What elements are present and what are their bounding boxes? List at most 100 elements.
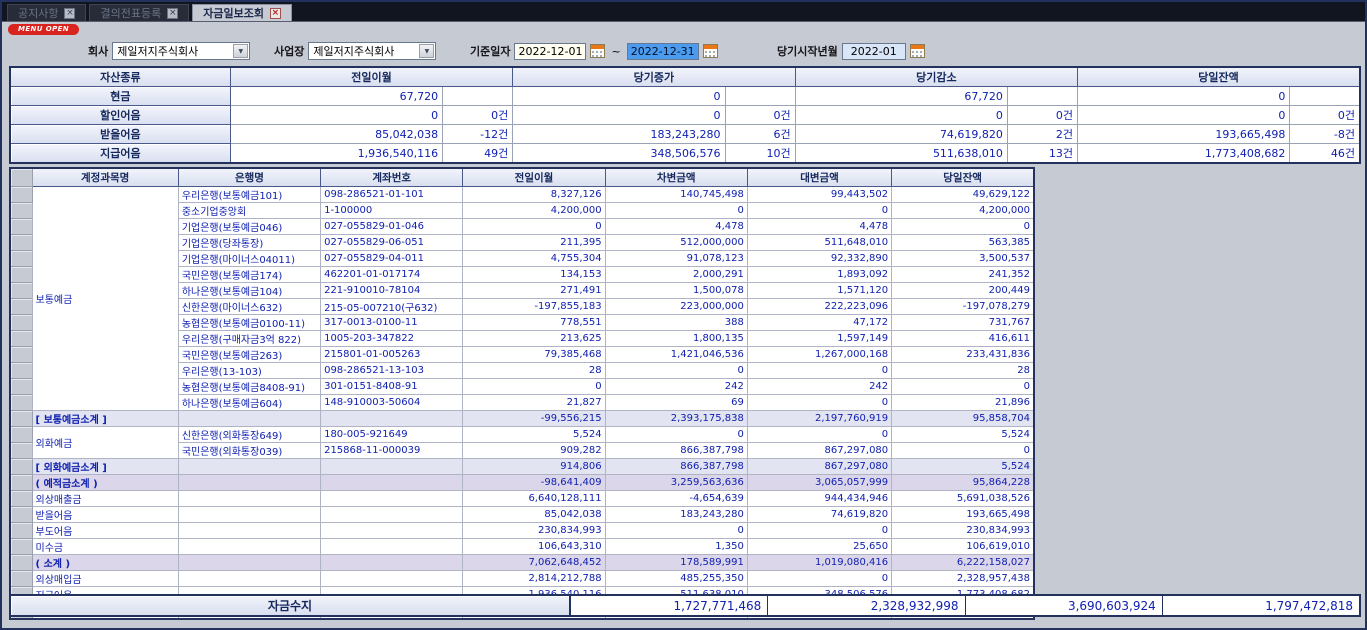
bank-name-cell[interactable]: 기업은행(당좌통장) — [178, 235, 320, 251]
row-gutter-cell[interactable] — [10, 251, 32, 267]
tab-close-icon[interactable]: × — [64, 8, 75, 19]
prev-balance-cell[interactable]: 909,282 — [463, 443, 605, 459]
row-gutter-cell[interactable] — [10, 299, 32, 315]
bank-name-cell[interactable]: 기업은행(마이너스04011) — [178, 251, 320, 267]
today-balance-cell[interactable]: 95,864,228 — [892, 475, 1034, 491]
prev-balance-cell[interactable]: 106,643,310 — [463, 539, 605, 555]
prev-balance-cell[interactable]: 7,062,648,452 — [463, 555, 605, 571]
bank-name-cell[interactable]: 국민은행(보통예금263) — [178, 347, 320, 363]
today-balance-cell[interactable]: 5,524 — [892, 459, 1034, 475]
bank-name-cell[interactable] — [178, 555, 320, 571]
tab-close-icon[interactable]: × — [270, 8, 281, 19]
credit-cell[interactable]: 0 — [747, 363, 891, 379]
row-gutter-cell[interactable] — [10, 395, 32, 411]
credit-cell[interactable]: 867,297,080 — [747, 443, 891, 459]
today-balance-cell[interactable]: 49,629,122 — [892, 187, 1034, 203]
today-balance-cell[interactable]: 200,449 — [892, 283, 1034, 299]
row-gutter-cell[interactable] — [10, 459, 32, 475]
row-gutter-cell[interactable] — [10, 315, 32, 331]
today-balance-cell[interactable]: 416,611 — [892, 331, 1034, 347]
account-number-cell[interactable] — [321, 539, 463, 555]
prev-balance-cell[interactable]: 778,551 — [463, 315, 605, 331]
row-gutter-cell[interactable] — [10, 411, 32, 427]
credit-cell[interactable]: 944,434,946 — [747, 491, 891, 507]
bank-name-cell[interactable] — [178, 475, 320, 491]
base-date-to-input[interactable]: 2022-12-31 — [627, 43, 699, 60]
row-gutter-cell[interactable] — [10, 555, 32, 571]
prev-balance-cell[interactable]: 4,200,000 — [463, 203, 605, 219]
prev-balance-cell[interactable]: 5,524 — [463, 427, 605, 443]
credit-cell[interactable]: 2,197,760,919 — [747, 411, 891, 427]
row-gutter-cell[interactable] — [10, 363, 32, 379]
account-number-cell[interactable]: 180-005-921649 — [321, 427, 463, 443]
prev-balance-cell[interactable]: 134,153 — [463, 267, 605, 283]
account-number-cell[interactable] — [321, 459, 463, 475]
tab-close-icon[interactable]: × — [167, 8, 178, 19]
today-balance-cell[interactable]: 241,352 — [892, 267, 1034, 283]
account-number-cell[interactable] — [321, 411, 463, 427]
bank-name-cell[interactable] — [178, 411, 320, 427]
calendar-icon[interactable] — [910, 44, 925, 58]
account-name-cell[interactable]: 외화예금 — [32, 427, 178, 459]
account-name-cell[interactable]: 보통예금 — [32, 187, 178, 411]
credit-cell[interactable]: 1,267,000,168 — [747, 347, 891, 363]
row-gutter-cell[interactable] — [10, 523, 32, 539]
row-gutter-cell[interactable] — [10, 491, 32, 507]
today-balance-cell[interactable]: 28 — [892, 363, 1034, 379]
debit-cell[interactable]: 2,393,175,838 — [605, 411, 747, 427]
row-gutter-cell[interactable] — [10, 331, 32, 347]
row-gutter-cell[interactable] — [10, 347, 32, 363]
bank-name-cell[interactable]: 우리은행(보통예금101) — [178, 187, 320, 203]
bank-name-cell[interactable] — [178, 507, 320, 523]
today-balance-cell[interactable]: 230,834,993 — [892, 523, 1034, 539]
credit-cell[interactable]: 3,065,057,999 — [747, 475, 891, 491]
prev-balance-cell[interactable]: 2,814,212,788 — [463, 571, 605, 587]
credit-cell[interactable]: 867,297,080 — [747, 459, 891, 475]
debit-cell[interactable]: 866,387,798 — [605, 443, 747, 459]
account-number-cell[interactable]: 027-055829-01-046 — [321, 219, 463, 235]
chevron-down-icon[interactable]: ▼ — [233, 44, 248, 58]
account-number-cell[interactable]: 027-055829-06-051 — [321, 235, 463, 251]
today-balance-cell[interactable]: 106,619,010 — [892, 539, 1034, 555]
credit-cell[interactable]: 0 — [747, 395, 891, 411]
account-number-cell[interactable] — [321, 523, 463, 539]
account-name-cell[interactable]: 미수금 — [32, 539, 178, 555]
bank-name-cell[interactable]: 농협은행(보통예금8408-91) — [178, 379, 320, 395]
today-balance-cell[interactable]: -197,078,279 — [892, 299, 1034, 315]
prev-balance-cell[interactable]: 8,327,126 — [463, 187, 605, 203]
account-number-cell[interactable] — [321, 475, 463, 491]
row-gutter-cell[interactable] — [10, 443, 32, 459]
today-balance-cell[interactable]: 731,767 — [892, 315, 1034, 331]
bank-name-cell[interactable]: 하나은행(보통예금604) — [178, 395, 320, 411]
debit-cell[interactable]: 1,421,046,536 — [605, 347, 747, 363]
row-gutter-cell[interactable] — [10, 283, 32, 299]
debit-cell[interactable]: 223,000,000 — [605, 299, 747, 315]
debit-cell[interactable]: 242 — [605, 379, 747, 395]
today-balance-cell[interactable]: 0 — [892, 219, 1034, 235]
debit-cell[interactable]: 485,255,350 — [605, 571, 747, 587]
account-name-cell[interactable]: 부도어음 — [32, 523, 178, 539]
row-gutter-cell[interactable] — [10, 235, 32, 251]
bank-name-cell[interactable]: 농협은행(보통예금0100-11) — [178, 315, 320, 331]
credit-cell[interactable]: 4,478 — [747, 219, 891, 235]
today-balance-cell[interactable]: 4,200,000 — [892, 203, 1034, 219]
debit-cell[interactable]: 1,350 — [605, 539, 747, 555]
debit-cell[interactable]: 2,000,291 — [605, 267, 747, 283]
prev-balance-cell[interactable]: 230,834,993 — [463, 523, 605, 539]
prev-balance-cell[interactable]: -99,556,215 — [463, 411, 605, 427]
account-number-cell[interactable]: 098-286521-01-101 — [321, 187, 463, 203]
prev-balance-cell[interactable]: 28 — [463, 363, 605, 379]
base-date-from-input[interactable]: 2022-12-01 — [514, 43, 586, 60]
bank-name-cell[interactable] — [178, 491, 320, 507]
debit-cell[interactable]: 388 — [605, 315, 747, 331]
credit-cell[interactable]: 1,019,080,416 — [747, 555, 891, 571]
account-name-cell[interactable]: ( 소계 ) — [32, 555, 178, 571]
debit-cell[interactable]: 183,243,280 — [605, 507, 747, 523]
prev-balance-cell[interactable]: 271,491 — [463, 283, 605, 299]
credit-cell[interactable]: 1,571,120 — [747, 283, 891, 299]
row-gutter-cell[interactable] — [10, 571, 32, 587]
bank-name-cell[interactable]: 중소기업중앙회 — [178, 203, 320, 219]
debit-cell[interactable]: 866,387,798 — [605, 459, 747, 475]
account-number-cell[interactable]: 098-286521-13-103 — [321, 363, 463, 379]
account-name-cell[interactable]: ( 예적금소계 ) — [32, 475, 178, 491]
